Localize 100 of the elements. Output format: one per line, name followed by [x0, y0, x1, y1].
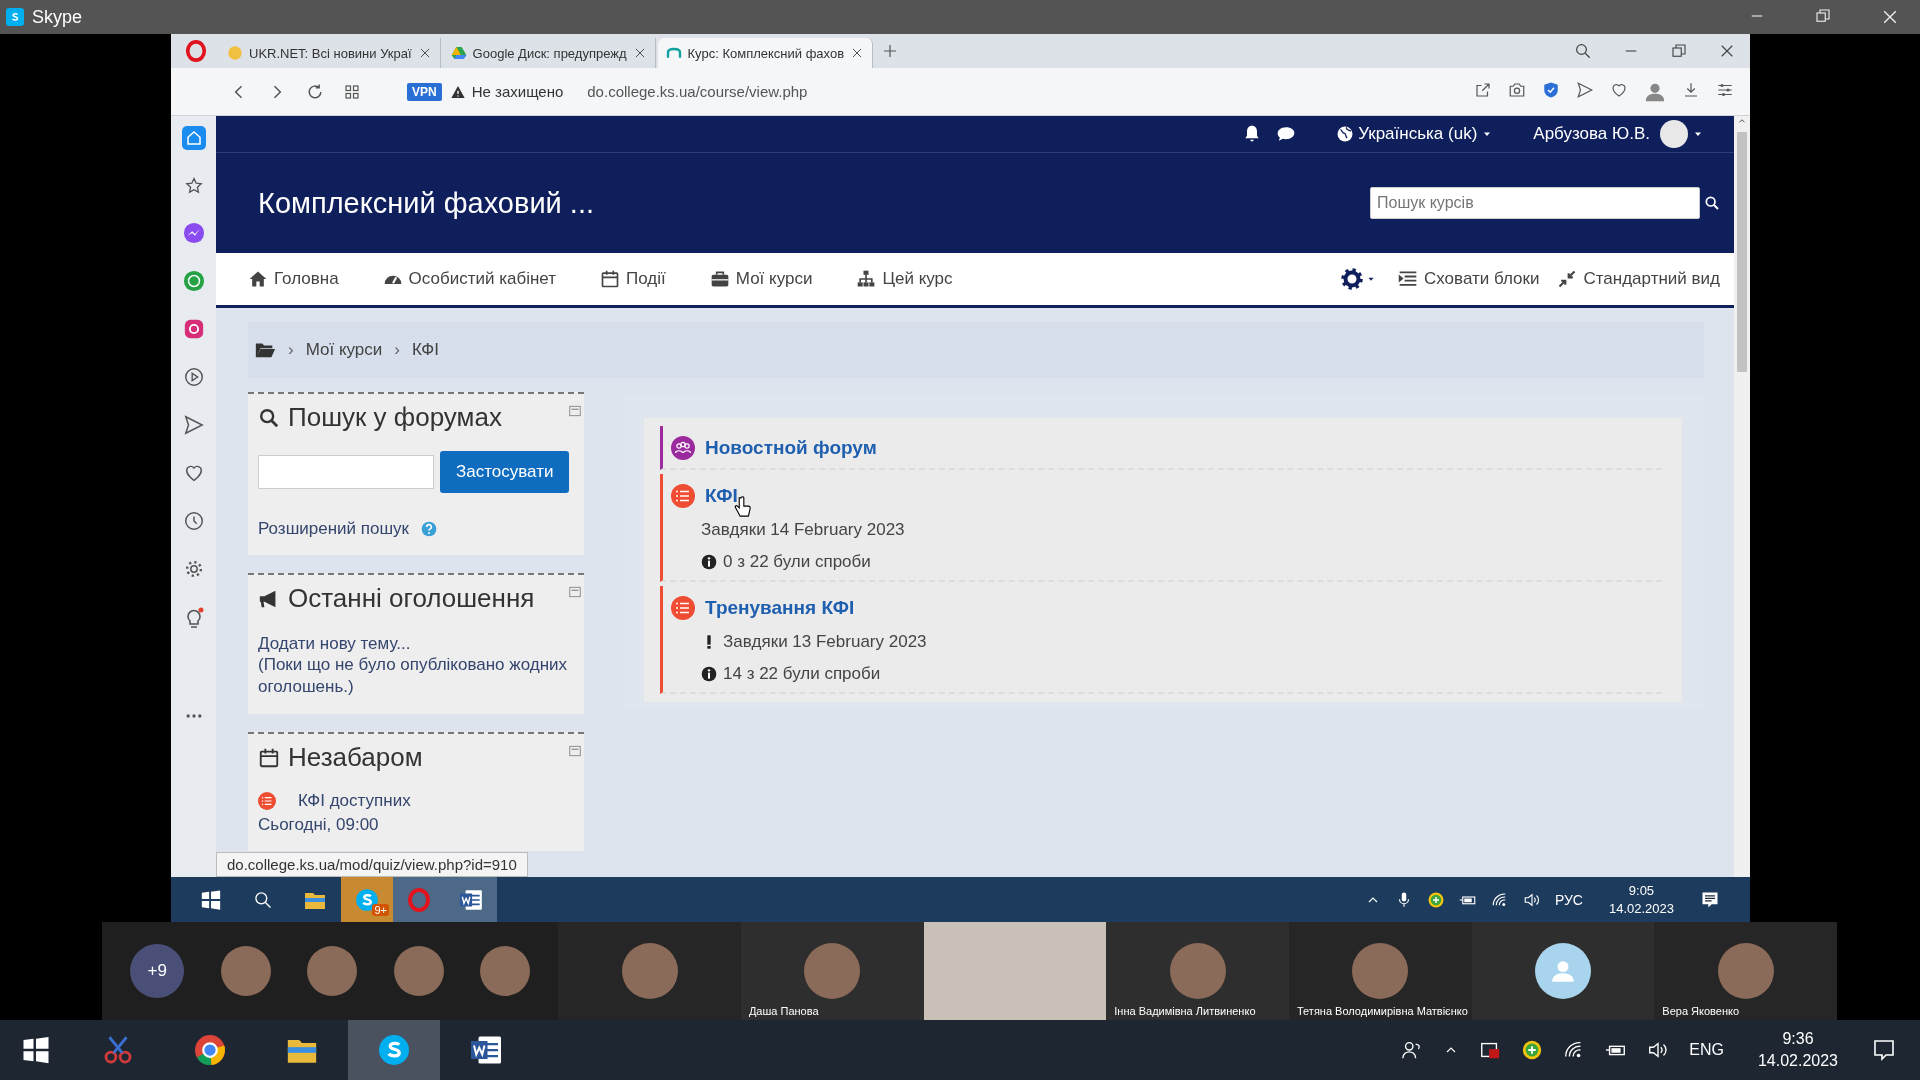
search-icon[interactable] [1704, 195, 1720, 211]
user-menu[interactable]: Арбузова Ю.В. [1533, 120, 1704, 148]
chrome-icon [192, 1032, 228, 1068]
person-icon [1550, 958, 1576, 984]
search-field[interactable]: Пошук курсів [1370, 187, 1700, 219]
avatar [393, 946, 444, 996]
send-icon[interactable] [182, 414, 205, 436]
participant-name: Вера Яковенко [1662, 1005, 1740, 1017]
scrollbar-thumb[interactable] [1737, 132, 1747, 372]
search-icon [258, 406, 280, 429]
opera-icon [407, 887, 431, 912]
clock-time[interactable]: 9:36 [1782, 1030, 1814, 1048]
instagram-icon[interactable] [182, 318, 205, 340]
vpn-badge[interactable]: VPN [407, 82, 442, 101]
more-participants-button[interactable]: +9 [130, 944, 185, 998]
advanced-search-link[interactable]: Розширений пошук [258, 519, 410, 539]
activity-link[interactable]: Новостной форум [705, 437, 877, 459]
whatsapp-icon[interactable] [182, 270, 205, 292]
gear-icon [1340, 267, 1365, 291]
block-title: Незабаром [288, 742, 423, 773]
app-tray-icon[interactable] [1521, 1039, 1544, 1061]
drive-icon [450, 45, 467, 61]
info-icon [701, 666, 717, 682]
participant-name: Даша Панова [748, 1005, 819, 1017]
hierarchy-icon [856, 269, 877, 289]
skype-button[interactable]: 9+ [341, 877, 393, 922]
notification-badge: 9+ [372, 904, 389, 916]
send-icon[interactable] [1576, 80, 1594, 99]
activity-detail: Завдяки 13 February 2023 [723, 632, 927, 652]
play-icon[interactable] [182, 366, 205, 388]
notification-icon[interactable] [1872, 1038, 1896, 1062]
breadcrumb-link[interactable]: КФІ [412, 340, 439, 360]
status-url: do.college.ks.ua/mod/quiz/view.php?id=910 [216, 852, 528, 877]
grid-icon[interactable] [343, 82, 361, 101]
apply-button[interactable]: Застосувати [440, 451, 570, 493]
clock-date[interactable]: 14.02.2023 [1757, 1052, 1838, 1070]
list-icon [258, 792, 276, 810]
activity-link[interactable]: КФІ [705, 485, 738, 507]
security-label[interactable]: Не захищено [471, 83, 564, 100]
nav-link[interactable]: Події [600, 269, 666, 289]
nav-link[interactable]: Стандартний вид [1557, 269, 1720, 289]
block-title: Останні оголошення [288, 583, 535, 614]
browser-tab[interactable]: Курс: Комплексний фахов [657, 38, 874, 68]
restore-icon[interactable] [1814, 7, 1832, 25]
skype-button[interactable] [348, 1020, 440, 1080]
home-icon [248, 269, 268, 289]
people-icon [671, 436, 695, 460]
list-icon [1398, 269, 1419, 289]
empty-note: (Поки що не було опубліковано жодних оголошень.) [258, 654, 569, 698]
nav-link[interactable]: Цей курс [856, 269, 953, 289]
compress-icon [1557, 269, 1578, 289]
event-link[interactable]: КФІ доступних [298, 791, 411, 811]
window-title: Skype [32, 6, 83, 28]
avatar [307, 946, 358, 996]
restore-icon[interactable] [1670, 42, 1688, 60]
camera-icon[interactable] [1508, 80, 1526, 99]
clock-time[interactable]: 9:05 [1628, 883, 1655, 898]
opera-logo-icon[interactable] [185, 40, 207, 62]
download-icon[interactable] [1682, 80, 1700, 99]
activity-detail: 0 з 22 були спроби [723, 552, 871, 572]
clock-icon[interactable] [182, 510, 205, 532]
help-icon[interactable] [421, 521, 438, 537]
language-indicator[interactable]: РУС [1554, 891, 1583, 908]
add-topic-link[interactable]: Додати нову тему... [258, 634, 584, 654]
activity-detail: Завдяки 14 February 2023 [701, 520, 905, 540]
word-button[interactable] [445, 877, 497, 922]
list-icon [671, 484, 695, 508]
scrollbar[interactable] [1734, 116, 1750, 877]
clock-date[interactable]: 14.02.2023 [1608, 901, 1674, 916]
home-icon[interactable] [184, 129, 203, 147]
breadcrumb-separator: › [394, 340, 400, 360]
skype-icon [376, 1032, 412, 1068]
event-time: Сьогодні, 09:00 [258, 815, 380, 835]
share-icon[interactable] [1474, 80, 1492, 99]
block-title: Пошук у форумах [288, 402, 502, 433]
avatar [479, 946, 530, 996]
nav-link[interactable]: Головна [248, 269, 339, 289]
calendar-icon [600, 269, 621, 289]
star-icon[interactable] [183, 176, 204, 196]
windows-icon [21, 1035, 51, 1065]
nav-link[interactable]: Особистий кабінет [382, 269, 557, 289]
language-menu[interactable]: Українська (uk) [1336, 124, 1494, 144]
breadcrumb-link[interactable]: Мої курси [305, 340, 383, 360]
volume-icon[interactable] [1647, 1039, 1670, 1061]
windows-icon [200, 888, 222, 911]
activity-link[interactable]: Тренування КФІ [705, 597, 855, 619]
shield-icon[interactable] [1542, 80, 1560, 99]
nav-link[interactable]: Сховати блоки [1398, 269, 1540, 289]
participant-name: Тетяна Володимирівна Матвієнко [1297, 1005, 1468, 1017]
search-icon[interactable] [1574, 42, 1592, 60]
nav-link[interactable]: Мої курси [709, 269, 813, 289]
messenger-icon[interactable] [182, 222, 205, 244]
briefcase-icon [709, 269, 730, 289]
language-indicator[interactable]: ENG [1689, 1041, 1724, 1059]
site-favicon-icon [227, 45, 243, 61]
search-field[interactable] [258, 455, 434, 489]
app-tray-icon[interactable] [1426, 890, 1445, 909]
breadcrumb-separator: › [288, 340, 294, 360]
url-text[interactable]: do.college.ks.ua/course/view.php [587, 83, 808, 100]
course-title: Комплексний фаховий ... [258, 186, 596, 220]
